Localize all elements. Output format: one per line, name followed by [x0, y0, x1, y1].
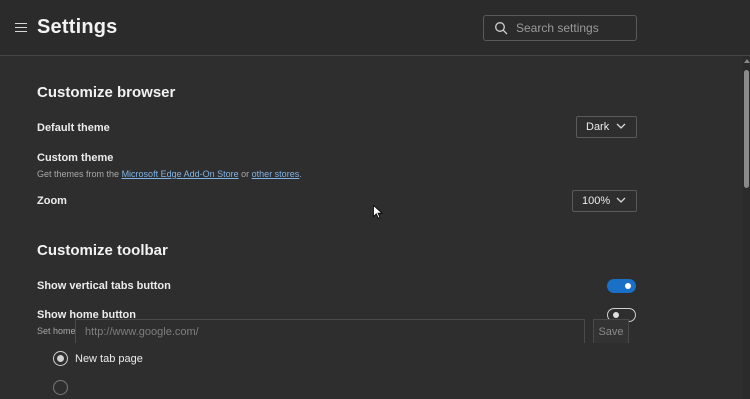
- scroll-up-arrow-icon[interactable]: [744, 59, 750, 63]
- settings-header: Settings: [0, 0, 750, 56]
- search-icon: [495, 22, 508, 35]
- mouse-cursor-icon: [373, 205, 383, 219]
- vertical-tabs-label: Show vertical tabs button: [37, 280, 171, 292]
- vertical-tabs-toggle[interactable]: [607, 279, 636, 293]
- section-title-customize-toolbar: Customize toolbar: [37, 242, 168, 259]
- section-title-customize-browser: Customize browser: [37, 84, 176, 101]
- default-theme-value: Dark: [586, 121, 610, 133]
- custom-theme-label: Custom theme: [37, 152, 114, 164]
- save-button[interactable]: Save: [593, 319, 629, 343]
- hamburger-icon[interactable]: [15, 23, 27, 32]
- edge-addon-store-link[interactable]: Microsoft Edge Add-On Store: [122, 169, 239, 179]
- zoom-value: 100%: [582, 195, 611, 207]
- settings-content: Customize browser Default theme Dark Cus…: [0, 56, 743, 399]
- default-theme-label: Default theme: [37, 122, 110, 134]
- chevron-down-icon: [616, 123, 626, 129]
- radio-new-tab-page[interactable]: [53, 351, 68, 366]
- zoom-dropdown[interactable]: 100%: [572, 190, 637, 212]
- toggle-knob: [625, 283, 631, 289]
- zoom-label: Zoom: [37, 195, 67, 207]
- default-theme-dropdown[interactable]: Dark: [576, 116, 637, 138]
- radio-custom-url[interactable]: [53, 380, 68, 395]
- custom-theme-desc-mid: or: [241, 169, 250, 179]
- page-title: Settings: [37, 16, 118, 38]
- other-stores-link[interactable]: other stores: [252, 169, 300, 179]
- chevron-down-icon: [616, 197, 626, 203]
- custom-theme-description: Get themes from the Microsoft Edge Add-O…: [37, 169, 302, 179]
- home-url-input[interactable]: [75, 319, 585, 343]
- custom-theme-desc-suffix: .: [299, 169, 302, 179]
- search-input[interactable]: [516, 19, 628, 37]
- radio-new-tab-page-label: New tab page: [75, 353, 143, 365]
- search-box[interactable]: [483, 15, 637, 41]
- scrollbar[interactable]: [743, 56, 750, 399]
- custom-theme-desc-prefix: Get themes from the: [37, 169, 120, 179]
- toggle-knob: [613, 312, 619, 318]
- scrollbar-thumb[interactable]: [744, 70, 749, 188]
